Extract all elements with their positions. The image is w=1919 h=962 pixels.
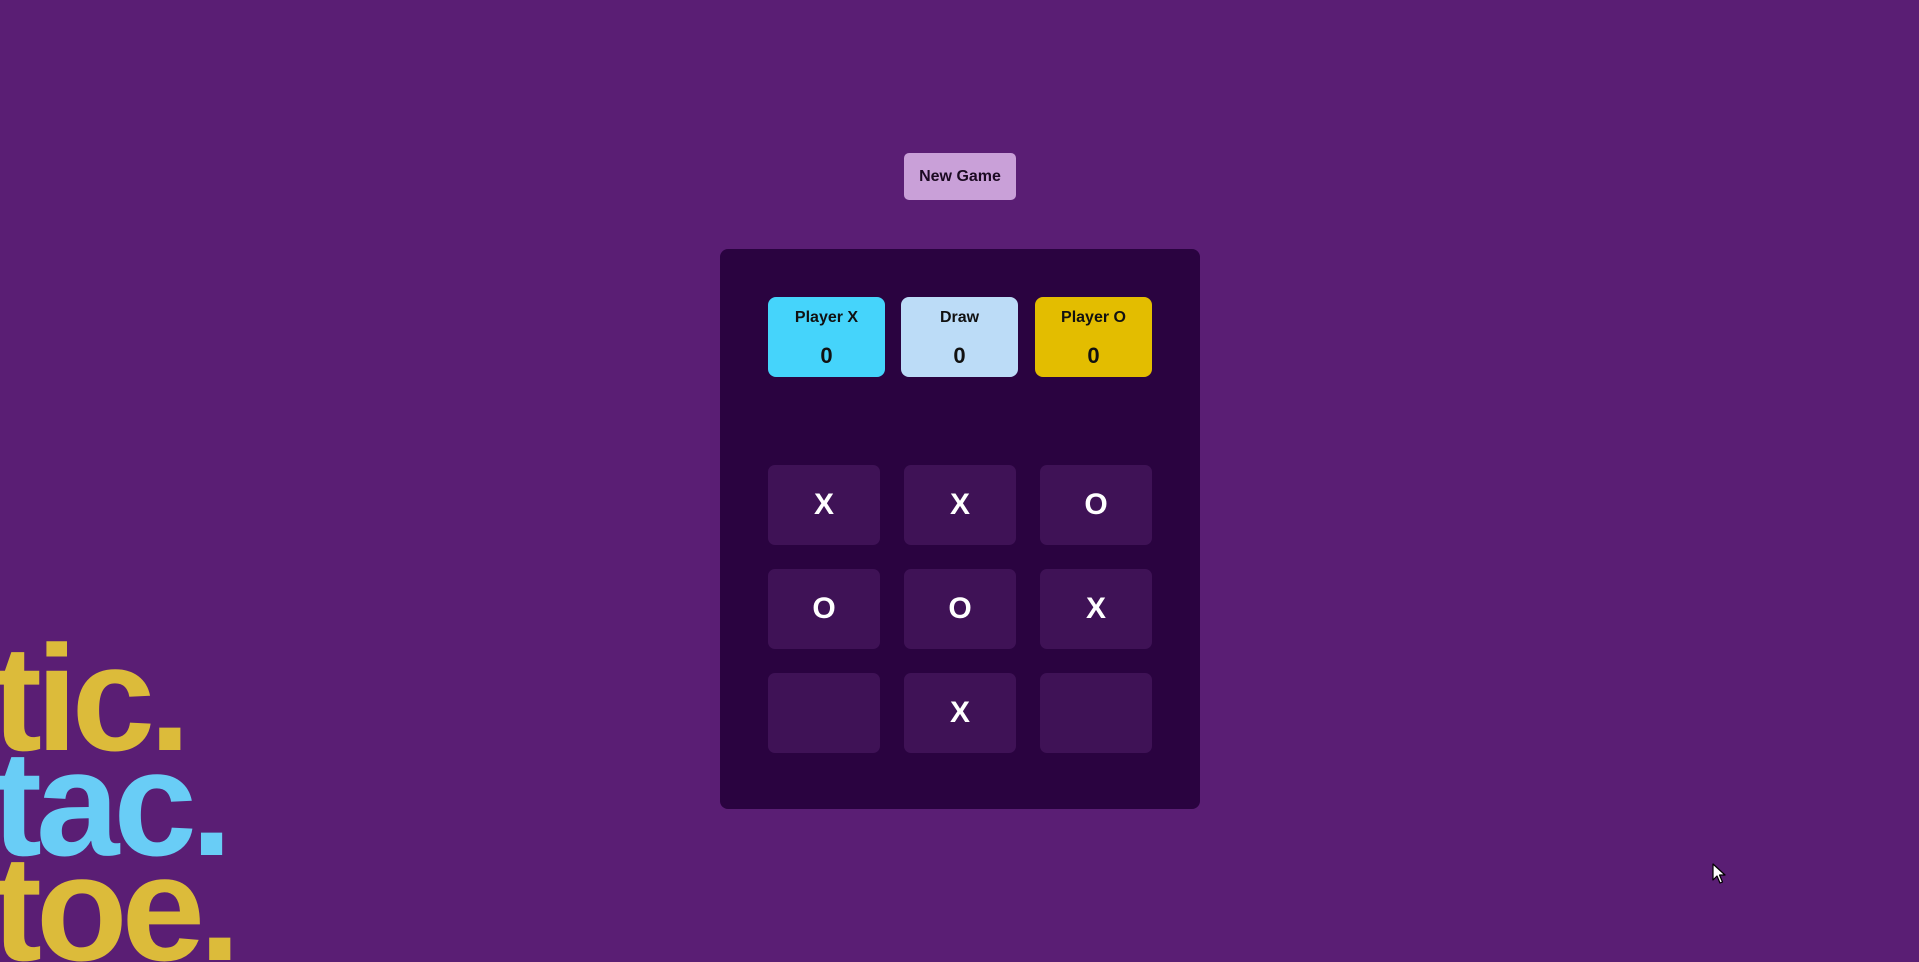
- score-card-player-o: Player O 0: [1035, 297, 1152, 377]
- board-cell-1[interactable]: X: [768, 465, 880, 545]
- score-card-player-x: Player X 0: [768, 297, 885, 377]
- board-cell-6[interactable]: X: [1040, 569, 1152, 649]
- mouse-pointer-icon: [1712, 863, 1726, 884]
- score-card-draw: Draw 0: [901, 297, 1018, 377]
- board-cell-5[interactable]: O: [904, 569, 1016, 649]
- board-cell-9[interactable]: [1040, 673, 1152, 753]
- new-game-button[interactable]: New Game: [904, 153, 1016, 200]
- score-value-player-x: 0: [820, 343, 833, 368]
- board-cell-3[interactable]: O: [1040, 465, 1152, 545]
- board-cell-7[interactable]: [768, 673, 880, 753]
- game-page: New Game Player X 0 Draw 0 Player O 0 X …: [0, 0, 1919, 962]
- score-label-player-o: Player O: [1061, 309, 1126, 326]
- board-cell-8[interactable]: X: [904, 673, 1016, 753]
- score-label-player-x: Player X: [794, 309, 859, 326]
- tic-tac-toe-logo: tic. tac. toe.: [0, 614, 241, 962]
- score-value-draw: 0: [953, 343, 966, 368]
- score-value-player-o: 0: [1087, 343, 1100, 368]
- game-panel: Player X 0 Draw 0 Player O 0 X X O O O X…: [720, 249, 1200, 809]
- score-label-draw: Draw: [939, 309, 980, 326]
- board-cell-2[interactable]: X: [904, 465, 1016, 545]
- logo-line-toe: toe.: [0, 824, 235, 962]
- board-cell-4[interactable]: O: [768, 569, 880, 649]
